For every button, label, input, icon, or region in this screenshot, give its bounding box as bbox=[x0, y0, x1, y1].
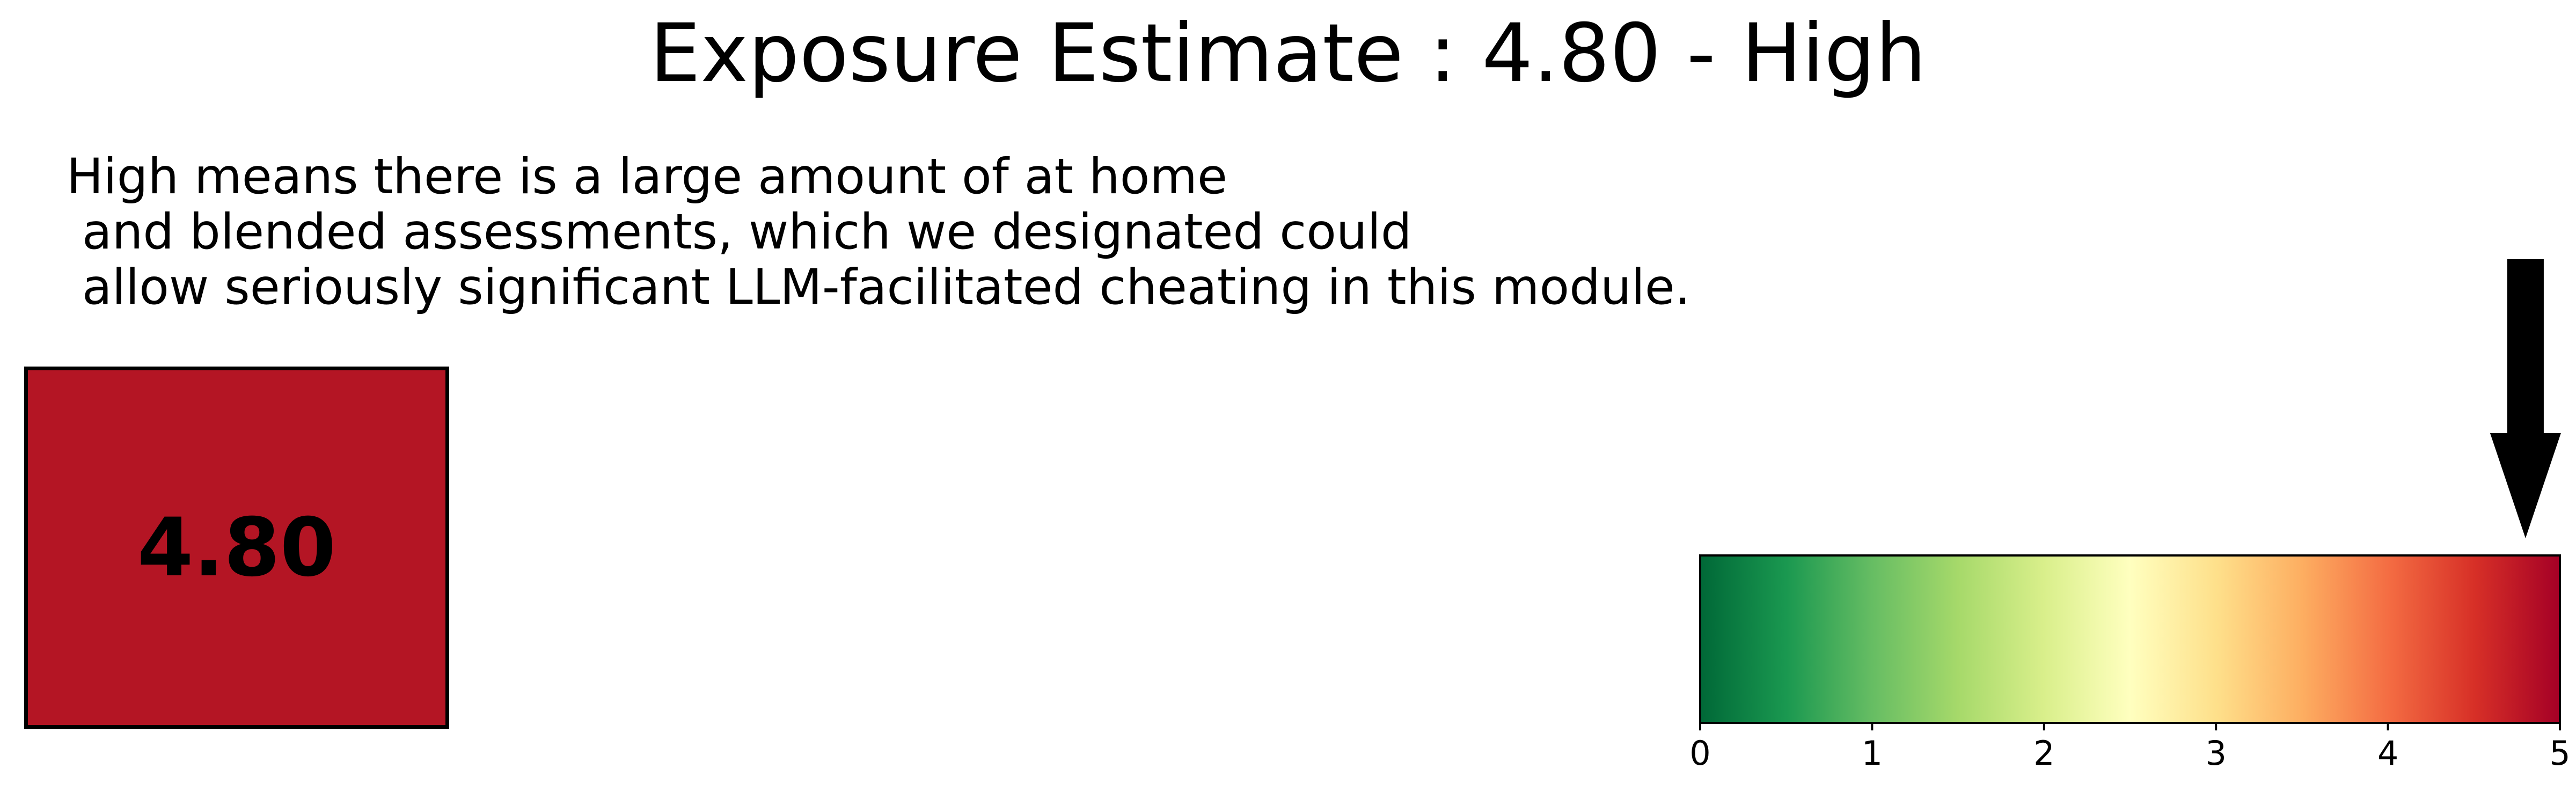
colorbar-tick-label: 3 bbox=[2205, 734, 2226, 773]
colorbar-axis: 0 1 2 3 4 5 bbox=[1689, 723, 2571, 773]
colorbar-tick-label: 4 bbox=[2377, 734, 2398, 773]
colorbar-tick-label: 5 bbox=[2549, 734, 2570, 773]
exposure-gauge: 0 1 2 3 4 5 bbox=[1689, 259, 2571, 773]
colorbar-gradient bbox=[1700, 555, 2560, 723]
colorbar-tick-label: 1 bbox=[1862, 734, 1883, 773]
colorbar-tick-label: 0 bbox=[1689, 734, 1710, 773]
colorbar-tick-label: 2 bbox=[2033, 734, 2054, 773]
value-arrow-icon bbox=[2490, 259, 2561, 538]
